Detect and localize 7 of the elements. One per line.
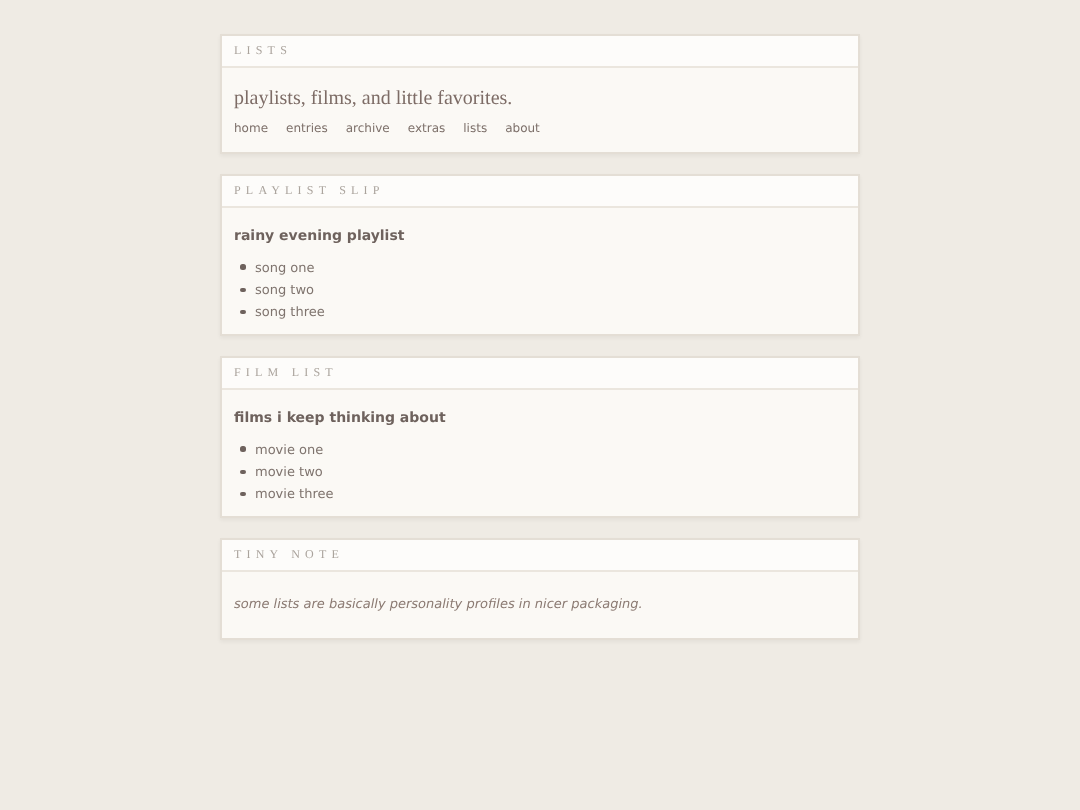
bullet-icon <box>240 469 245 475</box>
bullet-icon <box>240 309 245 315</box>
bullet-icon <box>240 264 245 270</box>
bullet-icon <box>240 287 245 293</box>
bullet-icon <box>240 491 245 497</box>
bullet-icon <box>240 446 245 452</box>
site-tagline: playlists, films, and little favorites. <box>234 88 515 110</box>
